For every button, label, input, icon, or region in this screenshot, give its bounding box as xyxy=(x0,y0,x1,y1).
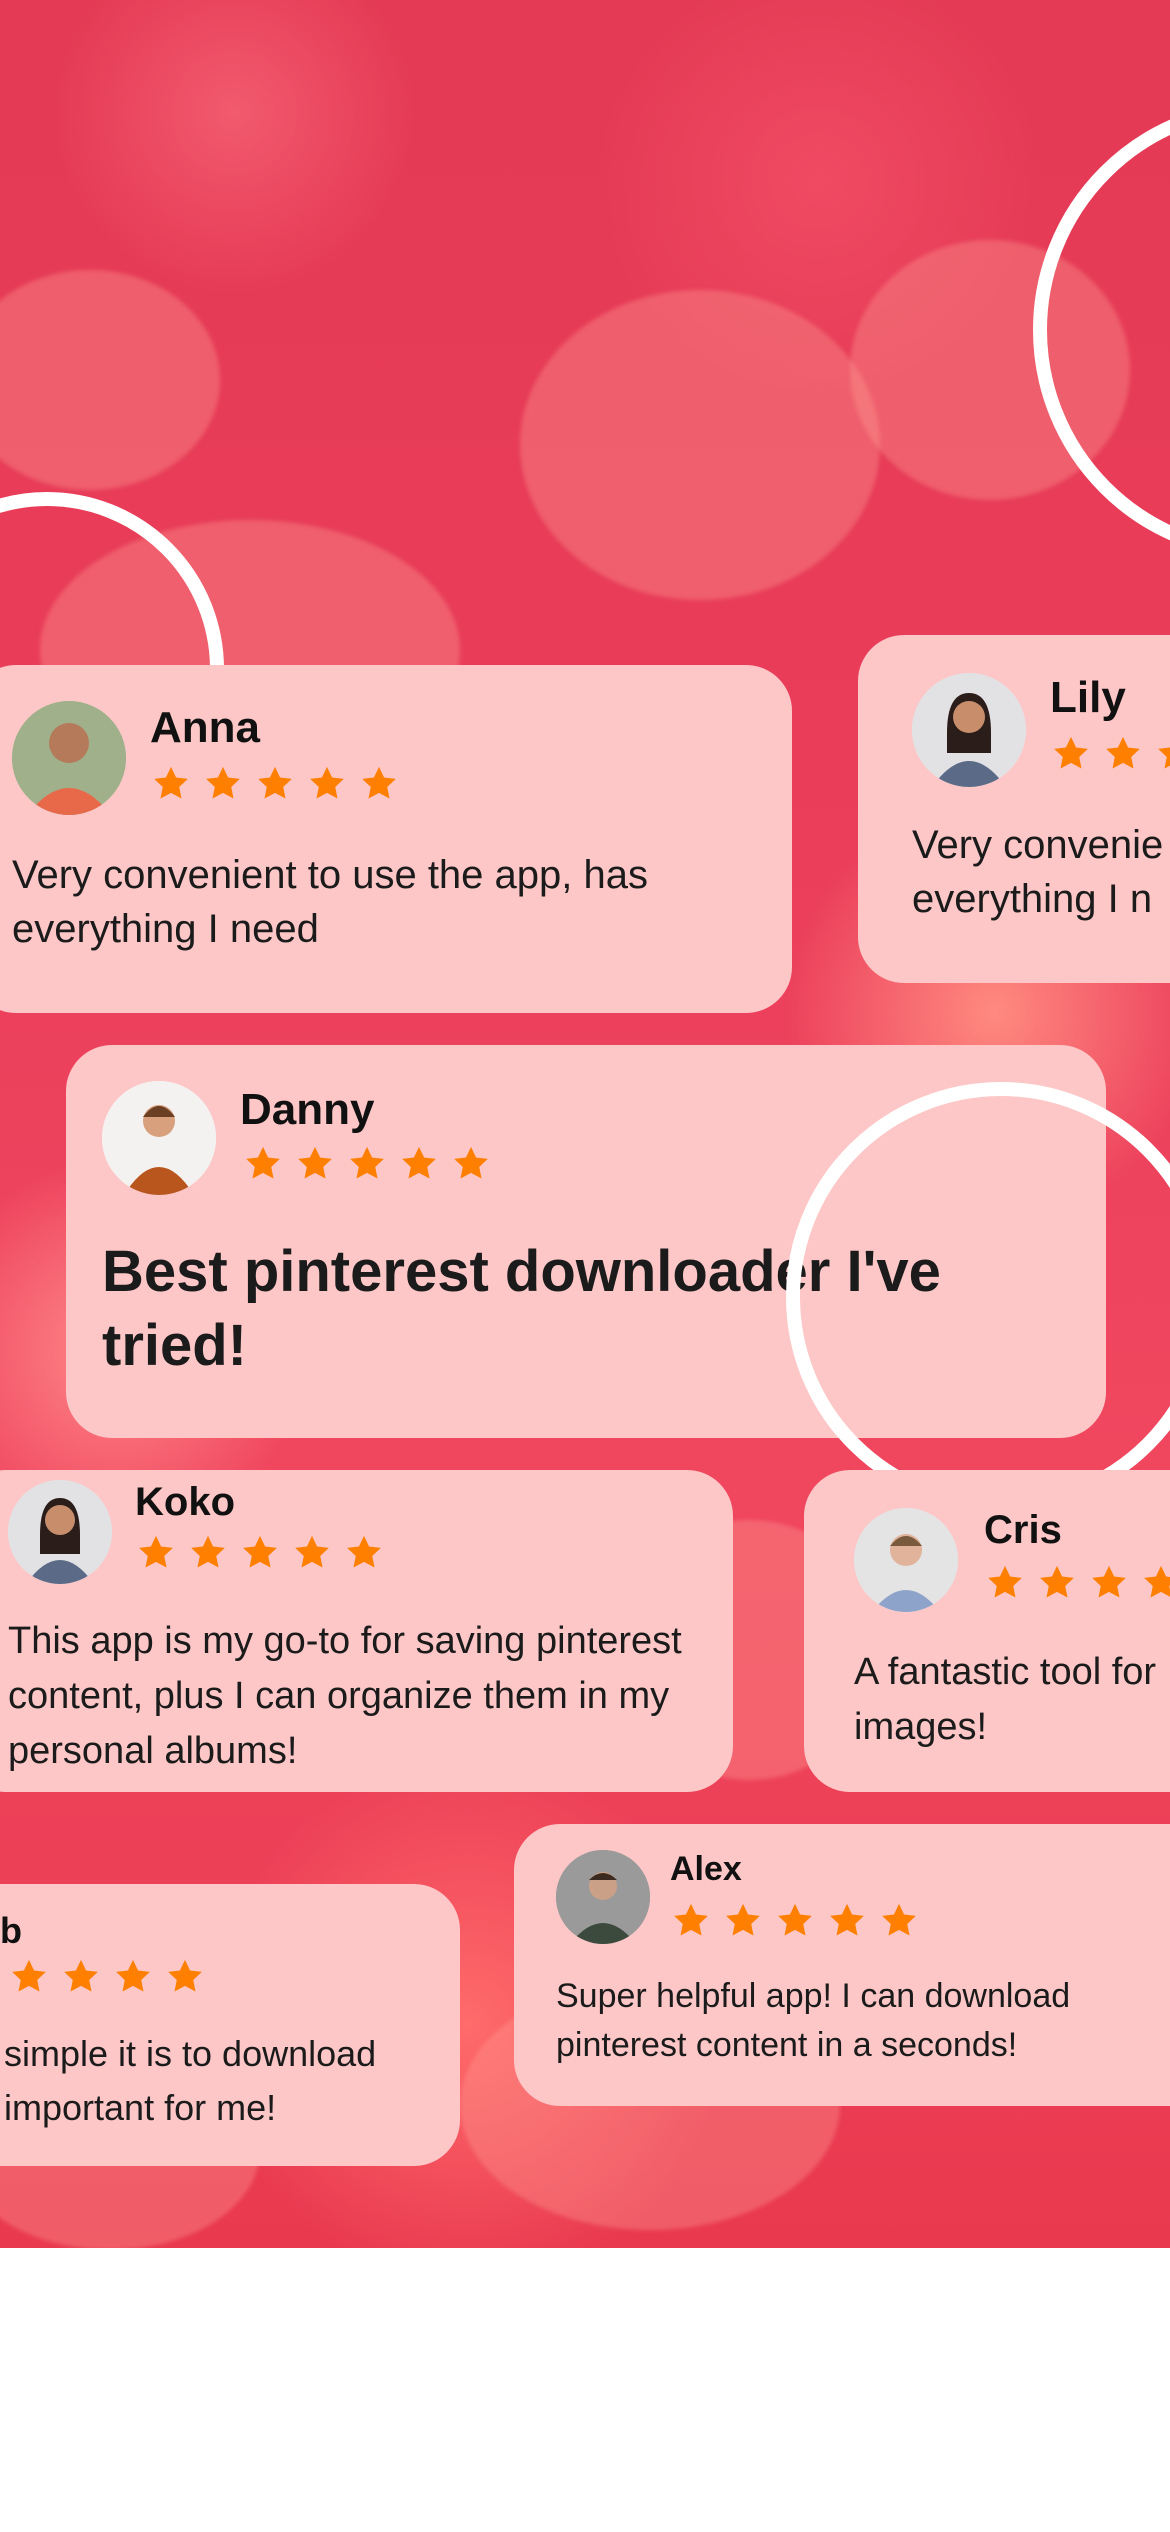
reviewer-name: Lily xyxy=(1050,673,1126,722)
star-icon xyxy=(12,1959,46,1992)
review-text: everything I n xyxy=(912,877,1153,921)
star-icon xyxy=(778,1903,812,1936)
star-icon xyxy=(310,766,344,799)
rating-stars xyxy=(670,1900,920,1942)
review-text: simple it is to download xyxy=(4,2033,377,2074)
review-text: important for me! xyxy=(4,2087,277,2128)
star-icon xyxy=(154,766,188,799)
rating-stars xyxy=(984,1562,1170,1604)
star-icon xyxy=(882,1903,916,1936)
star-icon xyxy=(206,766,240,799)
star-icon xyxy=(1106,736,1140,769)
review-card-alex: Alex Super helpful app! I can download p… xyxy=(514,1824,1170,2106)
review-text: Super helpful app! I can download pinter… xyxy=(556,1977,1071,2065)
rating-stars xyxy=(1050,733,1170,775)
star-icon xyxy=(1144,1565,1170,1598)
review-card-koko: Koko This app is my go-to for saving pin… xyxy=(0,1470,733,1792)
star-icon xyxy=(295,1535,329,1568)
star-icon xyxy=(402,1146,436,1179)
star-icon xyxy=(64,1959,98,1992)
decorative-ring xyxy=(1033,100,1170,560)
rating-stars xyxy=(150,763,400,805)
star-icon xyxy=(1092,1565,1126,1598)
rating-stars xyxy=(0,1956,206,1998)
review-card-cris: Cris A fantastic tool for images! xyxy=(804,1470,1170,1792)
review-card-deb: eb simple it is to download important fo… xyxy=(0,1884,460,2166)
star-icon xyxy=(350,1146,384,1179)
reviewer-name: eb xyxy=(0,1910,23,1951)
avatar-anna xyxy=(12,701,126,815)
star-icon xyxy=(674,1903,708,1936)
star-icon xyxy=(139,1535,173,1568)
bokeh-background: Anna Very convenient to use the app, has… xyxy=(0,0,1170,2248)
star-icon xyxy=(830,1903,864,1936)
star-icon xyxy=(258,766,292,799)
reviewer-name: Anna xyxy=(150,703,260,752)
avatar-alex xyxy=(556,1850,650,1944)
rating-stars xyxy=(242,1143,492,1185)
star-icon xyxy=(347,1535,381,1568)
star-icon xyxy=(298,1146,332,1179)
star-icon xyxy=(454,1146,488,1179)
review-text: This app is my go-to for saving pinteres… xyxy=(8,1620,682,1773)
review-text: Very convenient to use the app, has ever… xyxy=(12,853,648,951)
avatar-lily xyxy=(912,673,1026,787)
star-icon xyxy=(362,766,396,799)
star-icon xyxy=(726,1903,760,1936)
star-icon xyxy=(168,1959,202,1992)
reviewer-name: Cris xyxy=(984,1508,1062,1552)
star-icon xyxy=(1054,736,1088,769)
review-card-anna: Anna Very convenient to use the app, has… xyxy=(0,665,792,1013)
star-icon xyxy=(116,1959,150,1992)
star-icon xyxy=(246,1146,280,1179)
star-icon xyxy=(191,1535,225,1568)
star-icon xyxy=(1040,1565,1074,1598)
reviewer-name: Alex xyxy=(670,1850,742,1888)
review-card-lily: Lily Very convenie everything I n xyxy=(858,635,1170,983)
star-icon xyxy=(243,1535,277,1568)
review-text: Very convenie xyxy=(912,823,1164,867)
review-text: A fantastic tool for images! xyxy=(854,1651,1157,1749)
avatar-koko xyxy=(8,1480,112,1584)
rating-stars xyxy=(135,1532,385,1574)
reviewer-name: Danny xyxy=(240,1085,375,1134)
star-icon xyxy=(988,1565,1022,1598)
star-icon xyxy=(1158,747,1170,769)
avatar-danny xyxy=(102,1081,216,1195)
avatar-cris xyxy=(854,1508,958,1612)
reviewer-name: Koko xyxy=(135,1480,235,1524)
